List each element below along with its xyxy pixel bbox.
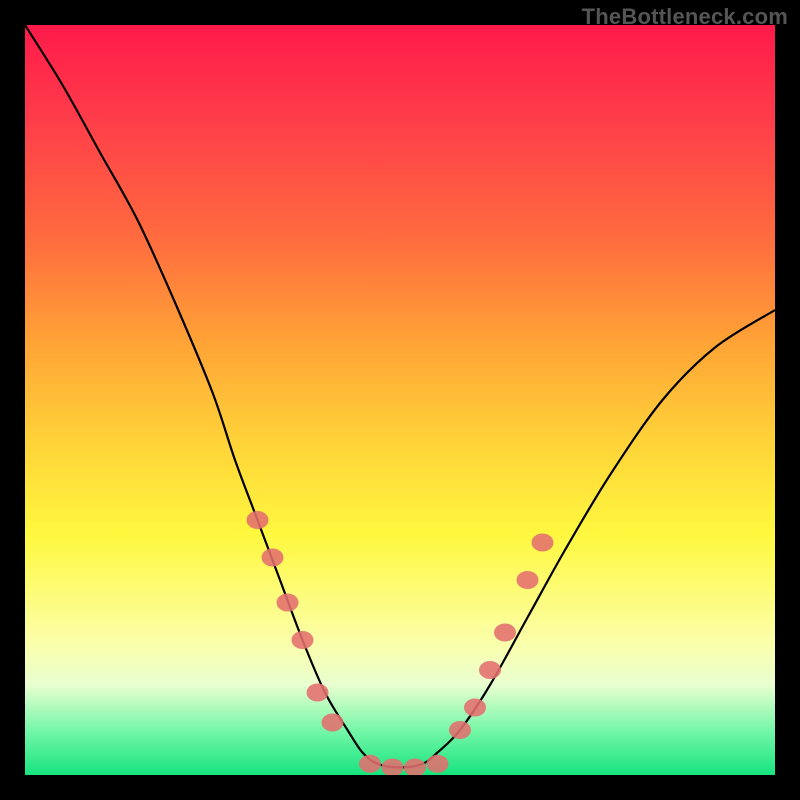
curve-marker: [359, 755, 381, 773]
bottleneck-curve-line: [25, 25, 775, 768]
curve-marker: [262, 549, 284, 567]
curve-marker: [464, 699, 486, 717]
curve-marker: [427, 755, 449, 773]
curve-marker: [247, 511, 269, 529]
bottleneck-chart: [25, 25, 775, 775]
curve-marker: [449, 721, 471, 739]
curve-marker: [277, 594, 299, 612]
curve-marker: [322, 714, 344, 732]
curve-marker: [494, 624, 516, 642]
curve-marker: [307, 684, 329, 702]
curve-marker: [404, 759, 426, 776]
curve-marker: [479, 661, 501, 679]
curve-marker: [382, 759, 404, 776]
curve-markers: [247, 511, 554, 775]
curve-marker: [532, 534, 554, 552]
curve-marker: [292, 631, 314, 649]
curve-marker: [517, 571, 539, 589]
watermark-text: TheBottleneck.com: [582, 4, 788, 30]
